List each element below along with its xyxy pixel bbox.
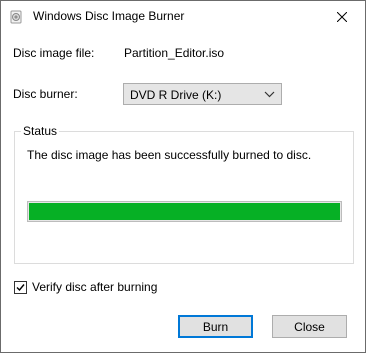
- close-icon[interactable]: [319, 1, 365, 32]
- disc-burner-selected-value: DVD R Drive (K:): [130, 88, 222, 102]
- burn-button[interactable]: Burn: [178, 315, 253, 338]
- chevron-down-icon: [264, 89, 275, 100]
- title-bar[interactable]: Windows Disc Image Burner: [1, 1, 365, 32]
- close-button[interactable]: Close: [272, 315, 347, 338]
- dialog-window: Windows Disc Image Burner Disc image fil…: [0, 0, 366, 353]
- verify-checkbox-label[interactable]: Verify disc after burning: [32, 280, 157, 294]
- status-group-label: Status: [21, 124, 60, 138]
- disc-image-label: Disc image file:: [13, 46, 95, 60]
- progress-fill: [29, 203, 340, 220]
- status-message: The disc image has been successfully bur…: [27, 148, 312, 162]
- burn-progress-bar: [27, 201, 342, 222]
- checkmark-icon: [16, 284, 25, 292]
- disc-image-value: Partition_Editor.iso: [124, 46, 225, 60]
- disc-burner-label: Disc burner:: [13, 87, 78, 101]
- window-title: Windows Disc Image Burner: [33, 9, 185, 23]
- disc-burner-select[interactable]: DVD R Drive (K:): [123, 83, 282, 105]
- verify-checkbox[interactable]: [14, 281, 27, 294]
- disc-burner-app-icon: [9, 10, 23, 24]
